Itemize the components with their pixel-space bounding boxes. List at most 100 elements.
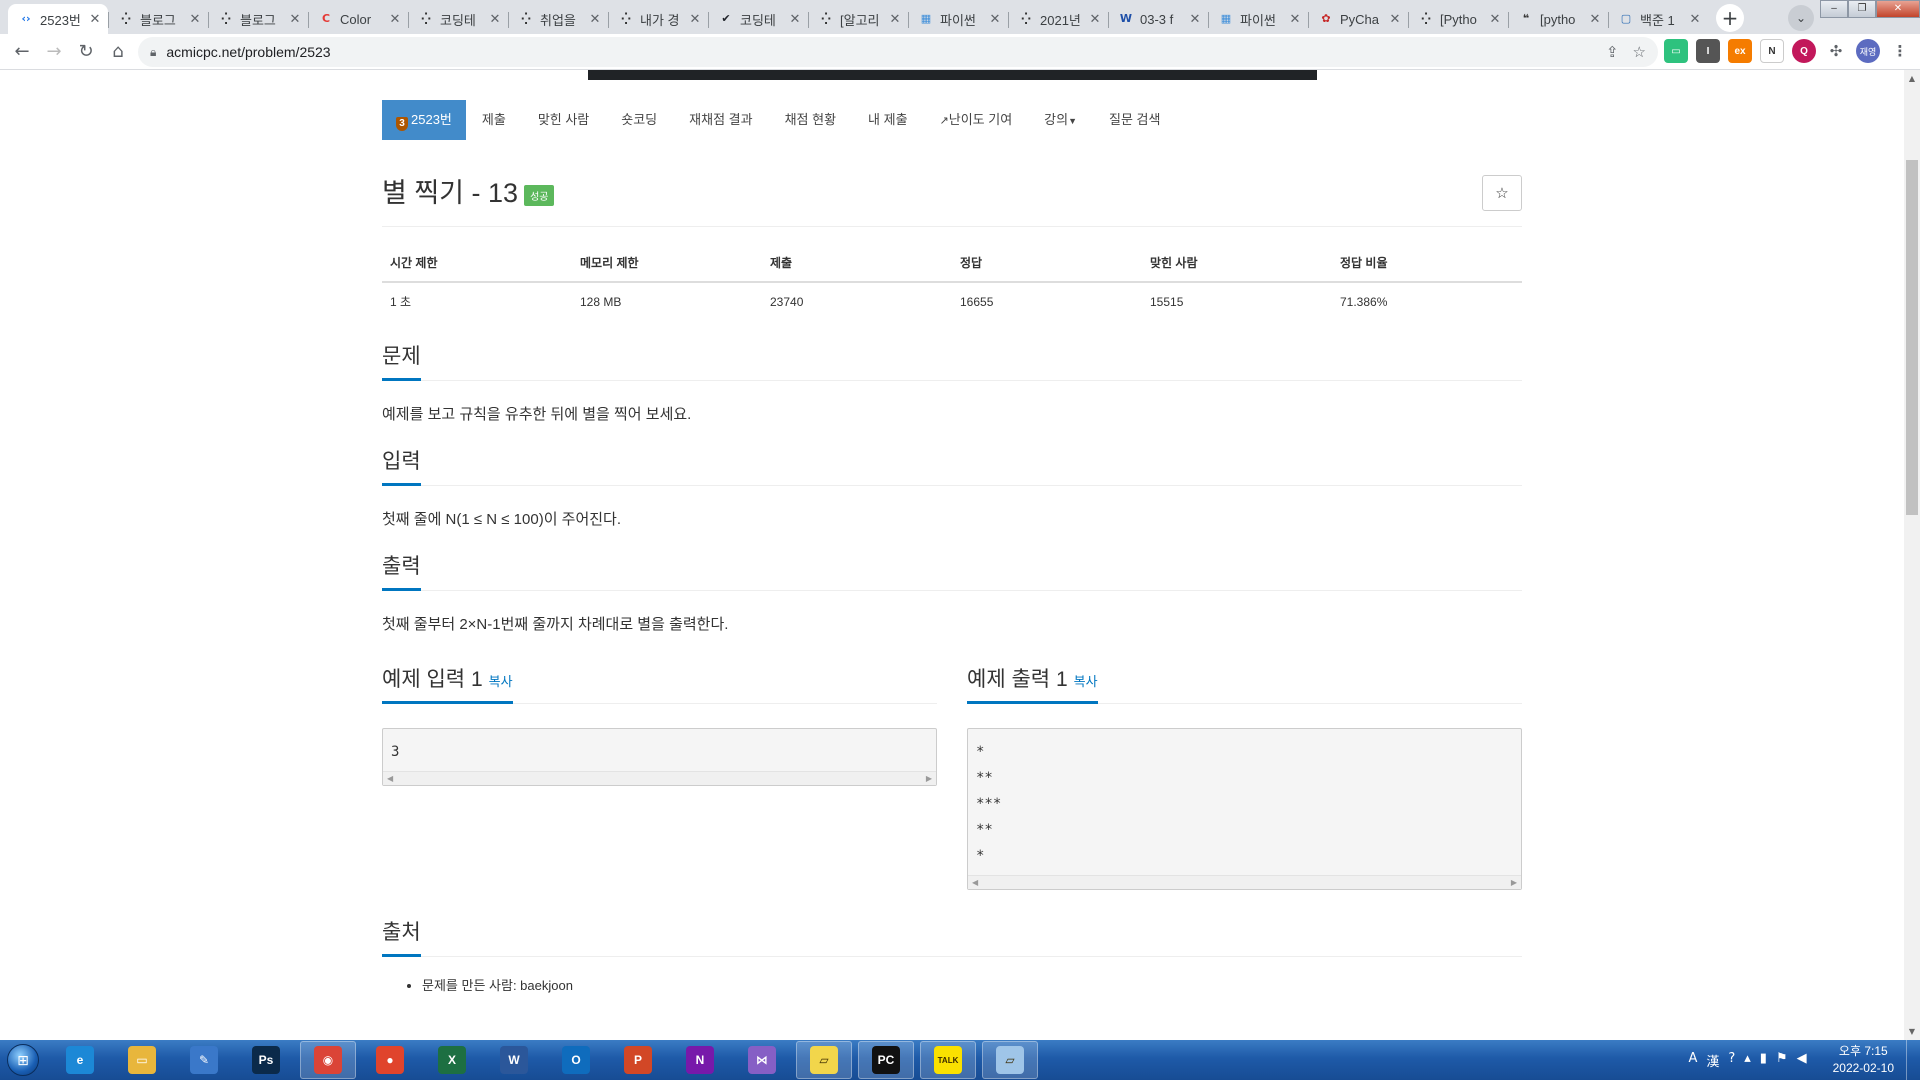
- browser-tab[interactable]: ⁛ 코딩테 ✕: [408, 4, 508, 34]
- browser-tab[interactable]: ▦ 파이썬 ✕: [1208, 4, 1308, 34]
- taskbar-app-button[interactable]: ●: [362, 1041, 418, 1079]
- copy-input-link[interactable]: 복사: [489, 674, 513, 689]
- close-tab-icon[interactable]: ✕: [488, 12, 502, 27]
- home-button[interactable]: ⌂: [102, 36, 134, 68]
- scroll-down-icon[interactable]: ▼: [1904, 1027, 1920, 1036]
- close-tab-icon[interactable]: ✕: [1288, 12, 1302, 27]
- kebab-menu-icon[interactable]: ⋮: [1888, 39, 1912, 63]
- browser-tab[interactable]: ⁛ 2021년 ✕: [1008, 4, 1108, 34]
- browser-tab[interactable]: ▢ 백준 1 ✕: [1608, 4, 1708, 34]
- browser-tab[interactable]: C Color ✕: [308, 4, 408, 34]
- browser-tab[interactable]: ⁛ [Pytho ✕: [1408, 4, 1508, 34]
- nav-submit[interactable]: 제출: [466, 100, 522, 140]
- nav-question-search[interactable]: 질문 검색: [1093, 100, 1176, 140]
- browser-tab[interactable]: ▦ 파이썬 ✕: [908, 4, 1008, 34]
- close-tab-icon[interactable]: ✕: [688, 12, 702, 27]
- extension-icon[interactable]: I: [1696, 39, 1720, 63]
- browser-tab[interactable]: ⁛ 내가 경 ✕: [608, 4, 708, 34]
- extension-icon[interactable]: N: [1760, 39, 1784, 63]
- extension-icon[interactable]: ex: [1728, 39, 1752, 63]
- taskbar-app-button[interactable]: ⋈: [734, 1041, 790, 1079]
- taskbar-app-button[interactable]: Ps: [238, 1041, 294, 1079]
- close-tab-icon[interactable]: ✕: [888, 12, 902, 27]
- nav-lectures-dropdown[interactable]: 강의▼: [1028, 100, 1093, 140]
- taskbar-app-button[interactable]: e: [52, 1041, 108, 1079]
- flag-icon[interactable]: ⚑: [1776, 1051, 1788, 1070]
- copy-output-link[interactable]: 복사: [1074, 674, 1098, 689]
- sample-input-box[interactable]: 3 ◀ ▶: [382, 728, 937, 786]
- browser-tab[interactable]: ✿ PyCha ✕: [1308, 4, 1408, 34]
- restore-button[interactable]: ❐: [1848, 0, 1876, 18]
- taskbar-app-button[interactable]: TALK: [920, 1041, 976, 1079]
- nav-solved-users[interactable]: 맞힌 사람: [522, 100, 605, 140]
- nav-difficulty-contribution[interactable]: ↗난이도 기여: [924, 100, 1029, 140]
- browser-tab[interactable]: ✔ 코딩테 ✕: [708, 4, 808, 34]
- close-tab-icon[interactable]: ✕: [188, 12, 202, 27]
- sample-output-box[interactable]: * ** *** ** * ◀ ▶: [967, 728, 1522, 890]
- close-tab-icon[interactable]: ✕: [1188, 12, 1202, 27]
- reload-button[interactable]: ↻: [70, 36, 102, 68]
- close-tab-icon[interactable]: ✕: [1488, 12, 1502, 27]
- taskbar-app-button[interactable]: ▭: [114, 1041, 170, 1079]
- close-tab-icon[interactable]: ✕: [1388, 12, 1402, 27]
- close-tab-icon[interactable]: ✕: [788, 12, 802, 27]
- address-bar[interactable]: 🔒︎ acmicpc.net/problem/2523 ⇪ ☆: [138, 37, 1658, 67]
- start-button[interactable]: ⊞: [0, 1040, 46, 1080]
- taskbar-app-button[interactable]: W: [486, 1041, 542, 1079]
- browser-tab[interactable]: W 03-3 f ✕: [1108, 4, 1208, 34]
- horizontal-scrollbar[interactable]: ◀ ▶: [968, 875, 1521, 889]
- close-tab-icon[interactable]: ✕: [288, 12, 302, 27]
- browser-tab[interactable]: ❝ [pytho ✕: [1508, 4, 1608, 34]
- nav-my-submissions[interactable]: 내 제출: [852, 100, 924, 140]
- browser-tab[interactable]: ⁛ 취업을 ✕: [508, 4, 608, 34]
- nav-judge-status[interactable]: 채점 현황: [769, 100, 852, 140]
- horizontal-scrollbar[interactable]: ◀ ▶: [383, 771, 936, 785]
- close-tab-icon[interactable]: ✕: [1088, 12, 1102, 27]
- profile-avatar[interactable]: 재영: [1856, 39, 1880, 63]
- taskbar-app-button[interactable]: PC: [858, 1041, 914, 1079]
- share-icon[interactable]: ⇪: [1606, 43, 1619, 61]
- browser-tab[interactable]: ⁛ [알고리 ✕: [808, 4, 908, 34]
- minimize-button[interactable]: –: [1820, 0, 1848, 18]
- taskbar-app-button[interactable]: O: [548, 1041, 604, 1079]
- nav-rejudge-results[interactable]: 재채점 결과: [673, 100, 768, 140]
- help-icon[interactable]: ?: [1728, 1051, 1735, 1070]
- extension-icon[interactable]: Q: [1792, 39, 1816, 63]
- browser-tab[interactable]: ⁛ 블로그 ✕: [208, 4, 308, 34]
- favorite-button[interactable]: ☆: [1482, 175, 1522, 211]
- extension-icon[interactable]: ▭: [1664, 39, 1688, 63]
- bookmark-star-icon[interactable]: ☆: [1633, 43, 1646, 61]
- tab-search-button[interactable]: ⌄: [1788, 5, 1814, 31]
- language-icon[interactable]: A: [1688, 1051, 1697, 1070]
- taskbar-app-button[interactable]: P: [610, 1041, 666, 1079]
- puzzle-icon[interactable]: ✣: [1824, 39, 1848, 63]
- vertical-scrollbar[interactable]: ▲ ▼: [1904, 70, 1920, 1040]
- taskbar-app-button[interactable]: ◉: [300, 1041, 356, 1079]
- close-tab-icon[interactable]: ✕: [1688, 12, 1702, 27]
- browser-tab[interactable]: ⁛ 블로그 ✕: [108, 4, 208, 34]
- close-tab-icon[interactable]: ✕: [588, 12, 602, 27]
- taskbar-app-button[interactable]: ▱: [796, 1041, 852, 1079]
- nav-short-coding[interactable]: 숏코딩: [605, 100, 673, 140]
- back-button[interactable]: ←: [6, 36, 38, 68]
- nav-problem-number[interactable]: 3 2523번: [382, 100, 466, 140]
- close-tab-icon[interactable]: ✕: [88, 12, 102, 27]
- taskbar-app-button[interactable]: X: [424, 1041, 480, 1079]
- taskbar-app-button[interactable]: N: [672, 1041, 728, 1079]
- browser-tab[interactable]: ‹› 2523번 ✕: [8, 4, 108, 34]
- network-icon[interactable]: ▮: [1760, 1051, 1767, 1070]
- clock[interactable]: 오후 7:15 2022-02-10: [1833, 1043, 1894, 1077]
- scroll-up-icon[interactable]: ▲: [1904, 74, 1920, 83]
- tray-expand-icon[interactable]: ▴: [1744, 1051, 1751, 1070]
- scroll-thumb[interactable]: [1906, 160, 1918, 515]
- taskbar-app-button[interactable]: ✎: [176, 1041, 232, 1079]
- volume-icon[interactable]: ◀: [1797, 1051, 1807, 1070]
- show-desktop-button[interactable]: [1906, 1040, 1920, 1080]
- forward-button[interactable]: →: [38, 36, 70, 68]
- close-tab-icon[interactable]: ✕: [388, 12, 402, 27]
- close-window-button[interactable]: ✕: [1876, 0, 1920, 18]
- close-tab-icon[interactable]: ✕: [988, 12, 1002, 27]
- close-tab-icon[interactable]: ✕: [1588, 12, 1602, 27]
- hanja-icon[interactable]: 漢: [1706, 1051, 1719, 1070]
- new-tab-button[interactable]: +: [1716, 4, 1744, 32]
